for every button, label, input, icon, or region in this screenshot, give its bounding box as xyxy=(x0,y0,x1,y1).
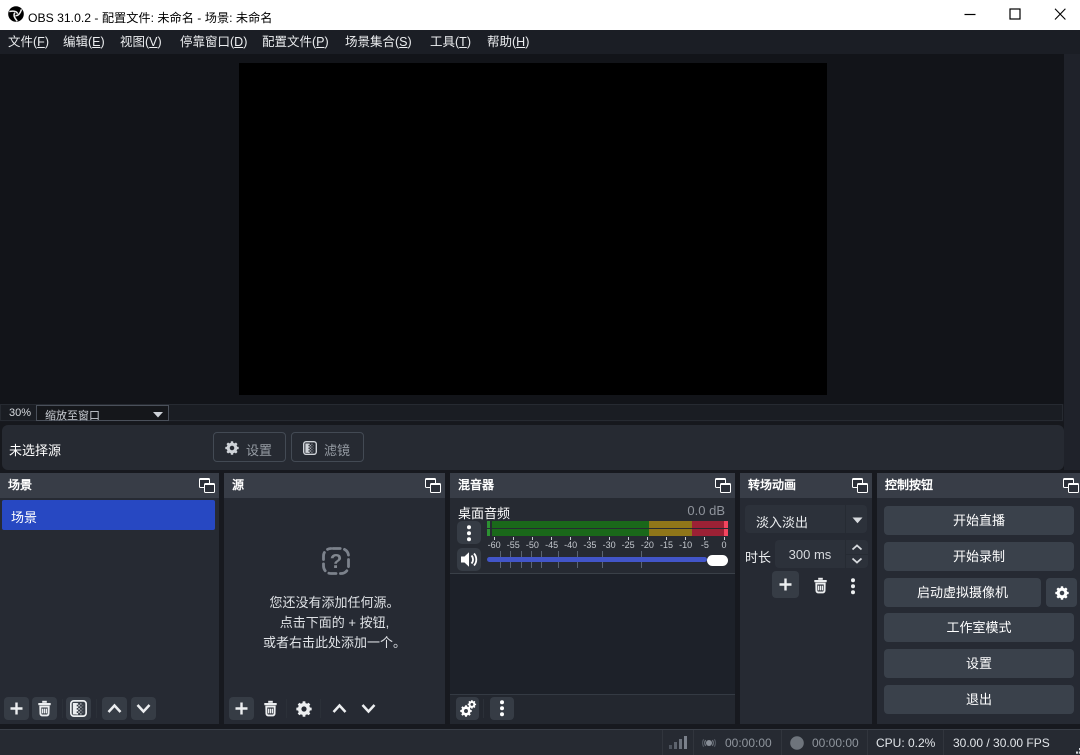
svg-text:?: ? xyxy=(330,550,343,573)
